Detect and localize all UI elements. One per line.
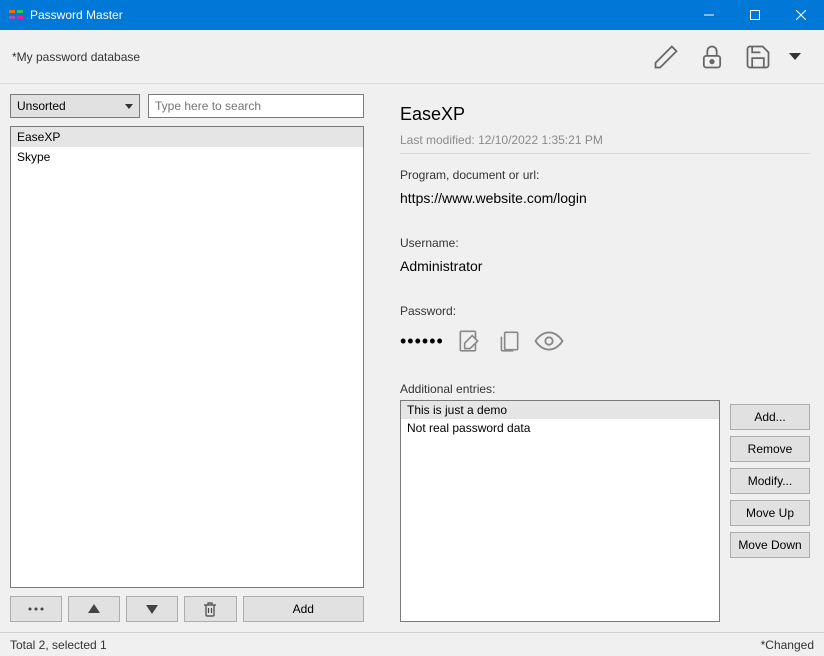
additional-add-button[interactable]: Add... <box>730 404 810 430</box>
show-password-button[interactable] <box>534 326 564 356</box>
list-item[interactable]: Not real password data <box>401 419 719 437</box>
add-entry-label: Add <box>293 602 314 616</box>
search-input[interactable] <box>148 94 364 118</box>
copy-password-button[interactable] <box>494 326 524 356</box>
app-icon <box>8 7 24 23</box>
move-down-button[interactable] <box>126 596 178 622</box>
password-label: Password: <box>400 304 810 318</box>
toolbar: *My password database <box>0 30 824 84</box>
lock-button[interactable] <box>692 37 732 77</box>
save-button[interactable] <box>738 37 778 77</box>
additional-modify-button[interactable]: Modify... <box>730 468 810 494</box>
sort-select-value: Unsorted <box>17 99 66 113</box>
username-value: Administrator <box>400 258 810 274</box>
main-content: Unsorted EaseXPSkype Add <box>0 84 824 632</box>
divider <box>400 153 810 154</box>
edit-button[interactable] <box>646 37 686 77</box>
list-item[interactable]: Skype <box>11 147 363 167</box>
edit-password-button[interactable] <box>454 326 484 356</box>
statusbar-right: *Changed <box>761 638 814 652</box>
menu-dropdown-button[interactable] <box>778 37 812 77</box>
additional-movedown-button[interactable]: Move Down <box>730 532 810 558</box>
last-modified: Last modified: 12/10/2022 1:35:21 PM <box>400 133 810 147</box>
maximize-button[interactable] <box>732 0 778 30</box>
username-label: Username: <box>400 236 810 250</box>
additional-list[interactable]: This is just a demoNot real password dat… <box>400 400 720 622</box>
right-panel: EaseXP Last modified: 12/10/2022 1:35:21… <box>370 84 824 632</box>
url-value: https://www.website.com/login <box>400 190 810 206</box>
list-item[interactable]: EaseXP <box>11 127 363 147</box>
more-button[interactable] <box>10 596 62 622</box>
sort-select[interactable]: Unsorted <box>10 94 140 118</box>
titlebar: Password Master <box>0 0 824 30</box>
entry-title: EaseXP <box>400 104 810 125</box>
database-name: *My password database <box>12 50 140 64</box>
minimize-button[interactable] <box>686 0 732 30</box>
additional-label: Additional entries: <box>400 382 720 396</box>
close-button[interactable] <box>778 0 824 30</box>
statusbar-left: Total 2, selected 1 <box>10 638 761 652</box>
list-item[interactable]: This is just a demo <box>401 401 719 419</box>
additional-moveup-button[interactable]: Move Up <box>730 500 810 526</box>
window-title: Password Master <box>30 8 686 22</box>
statusbar: Total 2, selected 1 *Changed <box>0 632 824 656</box>
move-up-button[interactable] <box>68 596 120 622</box>
url-label: Program, document or url: <box>400 168 810 182</box>
add-entry-button[interactable]: Add <box>243 596 365 622</box>
password-value: •••••• <box>400 331 444 352</box>
entry-list[interactable]: EaseXPSkype <box>10 126 364 588</box>
delete-button[interactable] <box>184 596 236 622</box>
left-panel: Unsorted EaseXPSkype Add <box>0 84 370 632</box>
additional-remove-button[interactable]: Remove <box>730 436 810 462</box>
